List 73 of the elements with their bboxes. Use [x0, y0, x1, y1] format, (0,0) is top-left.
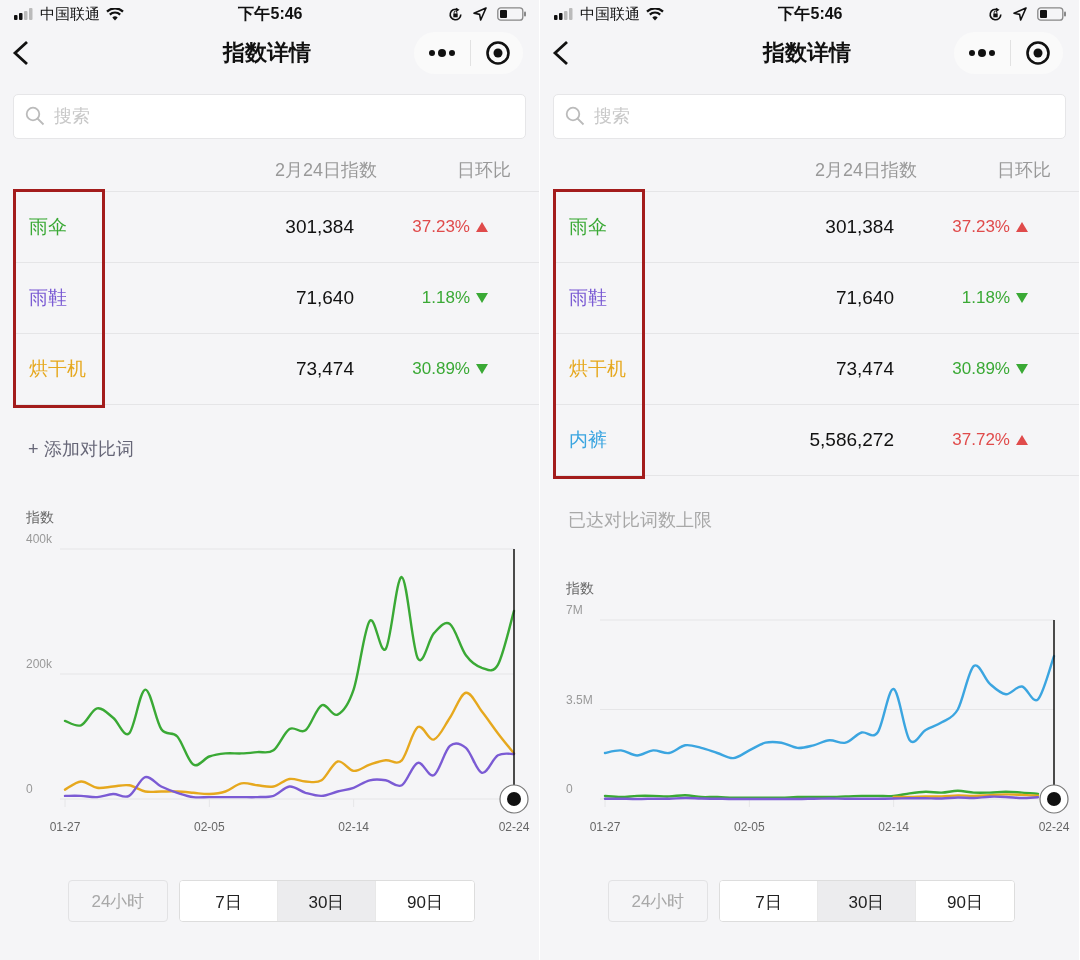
index-value: 71,640: [834, 287, 894, 309]
more-icon[interactable]: [968, 48, 996, 58]
term-name: 雨鞋: [568, 286, 608, 310]
add-term-link[interactable]: + 添加对比词: [28, 437, 134, 461]
battery-icon: [1037, 7, 1067, 21]
axis-tick-label: 0: [26, 782, 33, 796]
battery-icon: [497, 7, 527, 21]
change-percent: 1.18%: [421, 288, 470, 308]
range-tab[interactable]: 30日: [278, 881, 376, 921]
page-title: 指数详情: [763, 39, 851, 67]
axis-tick-label: 01-27: [589, 820, 621, 834]
location-arrow-icon: [473, 7, 487, 21]
axis-tick-label: 02-24: [498, 820, 530, 834]
term-name: 烘干机: [28, 357, 87, 381]
term-name: 内裤: [568, 428, 608, 452]
location-arrow-icon: [1013, 7, 1027, 21]
axis-tick-label: 01-27: [49, 820, 81, 834]
column-header: 日环比: [456, 159, 512, 182]
axis-title: 指数: [26, 509, 54, 527]
axis-tick-label: 02-14: [878, 820, 909, 834]
search-icon: [565, 106, 585, 126]
axis-tick-label: 02-14: [338, 820, 369, 834]
term-name: 雨伞: [28, 215, 68, 239]
term-name: 雨鞋: [28, 286, 68, 310]
index-value: 73,474: [834, 358, 894, 380]
index-value: 73,474: [294, 358, 354, 380]
carrier-name: 中国联通: [40, 4, 100, 24]
term-name: 雨伞: [568, 215, 608, 239]
range-tab: 24小时: [608, 880, 708, 922]
range-tab: 24小时: [68, 880, 168, 922]
change-percent: 37.72%: [952, 430, 1010, 450]
change-percent: 37.23%: [412, 217, 470, 237]
axis-tick-label: 7M: [566, 603, 583, 617]
rotation-lock-icon: [988, 6, 1003, 22]
axis-tick-label: 0: [566, 782, 573, 796]
signal-icon: [14, 8, 34, 20]
range-tab[interactable]: 30日: [818, 881, 916, 921]
change-percent: 37.23%: [952, 217, 1010, 237]
axis-tick-label: 3.5M: [566, 692, 593, 707]
wifi-icon: [646, 7, 664, 21]
range-tab[interactable]: 7日: [720, 881, 818, 921]
more-icon[interactable]: [428, 48, 456, 58]
status-time: 下午5:46: [238, 3, 303, 24]
change-percent: 30.89%: [952, 359, 1010, 379]
chart-cursor[interactable]: [499, 548, 529, 814]
wifi-icon: [106, 7, 124, 21]
index-value: 71,640: [294, 287, 354, 309]
status-time: 下午5:46: [778, 3, 843, 24]
index-value: 5,586,272: [808, 429, 894, 451]
axis-tick-label: 200k: [26, 657, 53, 671]
axis-title: 指数: [566, 580, 594, 598]
limit-message: 已达对比词数上限: [568, 509, 712, 532]
column-header: 日环比: [996, 159, 1052, 182]
change-percent: 1.18%: [961, 288, 1010, 308]
page-title: 指数详情: [223, 39, 311, 67]
change-percent: 30.89%: [412, 359, 470, 379]
column-header: 2月24日指数: [813, 159, 917, 182]
axis-tick-label: 02-24: [1038, 820, 1070, 834]
rotation-lock-icon: [448, 6, 463, 22]
column-header: 2月24日指数: [273, 159, 377, 182]
signal-icon: [554, 8, 574, 20]
range-tab[interactable]: 7日: [180, 881, 278, 921]
axis-tick-label: 02-05: [193, 820, 225, 834]
index-value: 301,384: [824, 216, 894, 238]
back-icon[interactable]: [552, 40, 570, 66]
carrier-name: 中国联通: [580, 4, 640, 24]
term-name: 烘干机: [568, 357, 627, 381]
index-value: 301,384: [284, 216, 354, 238]
search-icon: [25, 106, 45, 126]
axis-tick-label: 400k: [26, 532, 53, 546]
axis-tick-label: 02-05: [733, 820, 765, 834]
chart-cursor[interactable]: [1039, 619, 1069, 814]
back-icon[interactable]: [12, 40, 30, 66]
